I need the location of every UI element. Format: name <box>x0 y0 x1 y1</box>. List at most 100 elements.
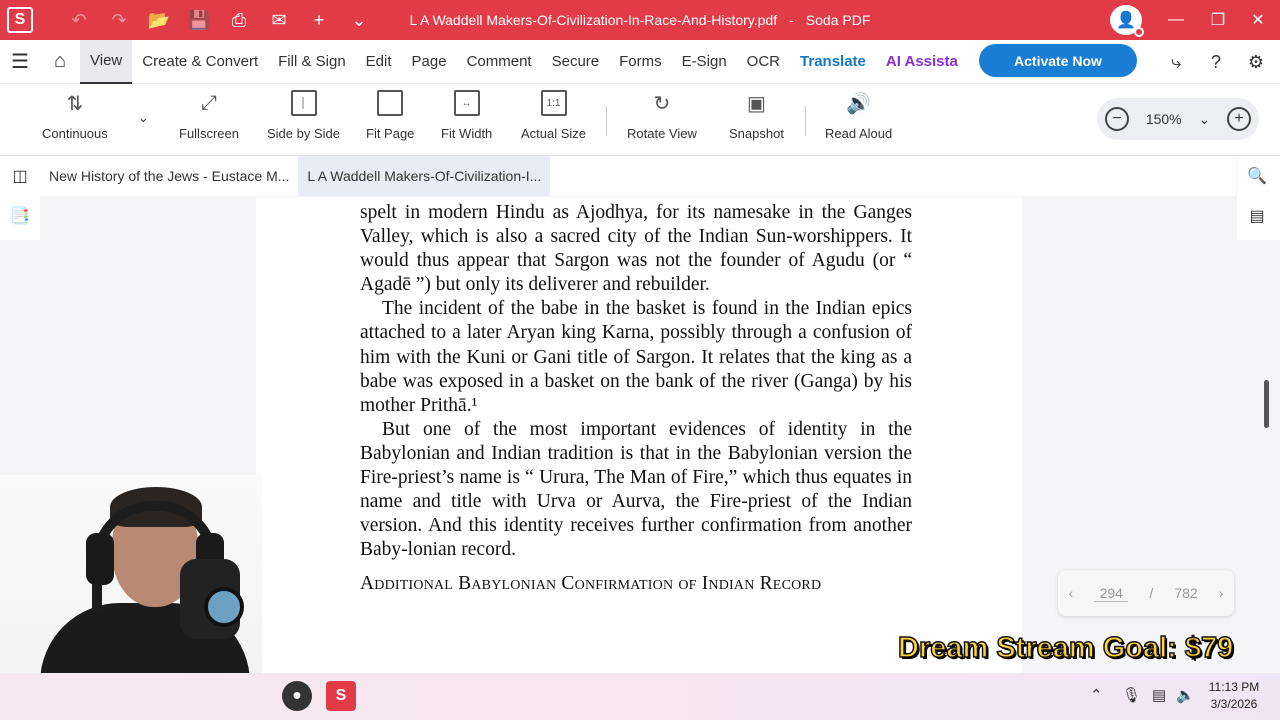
fit-page-tool[interactable]: Fit Page <box>366 90 414 141</box>
pdf-page[interactable]: spelt in modern Hindu as Ajodhya, for it… <box>256 197 1022 673</box>
section-heading: Additional Babylonian Confirmation of In… <box>360 573 822 595</box>
tool-label: Rotate View <box>627 126 697 141</box>
maximize-icon[interactable]: ❐ <box>1198 0 1238 40</box>
new-icon[interactable]: + <box>299 0 339 40</box>
obs-app-icon[interactable]: ● <box>282 681 312 711</box>
app-name: Soda PDF <box>805 12 871 28</box>
actual-size-tool[interactable]: 1:1 Actual Size <box>521 90 586 141</box>
chevron-up-icon[interactable]: ⌃ <box>1090 686 1103 704</box>
menu-esign[interactable]: E-Sign <box>672 40 737 84</box>
home-icon[interactable]: ⌂ <box>40 40 80 84</box>
menu-view[interactable]: View <box>80 39 133 84</box>
tab-makers-of-civilization[interactable]: L A Waddell Makers-Of-Civilization-I... <box>298 156 551 196</box>
save-icon[interactable]: 💾 <box>179 0 219 40</box>
os-taskbar: ● S ⌃ 🎙 ▤ 🔈 11:13 PM 3/3/2026 <box>0 673 1280 720</box>
zoom-control: − 150% ⌄ + <box>1097 98 1259 140</box>
bookmark-icon[interactable]: 📑 <box>0 196 40 236</box>
notification-dot <box>1134 27 1144 37</box>
chevron-down-icon[interactable]: ⌄ <box>1198 111 1210 128</box>
previous-page-icon[interactable]: ‹ <box>1069 585 1074 601</box>
tool-label: Continuous <box>42 126 108 141</box>
menu-forms[interactable]: Forms <box>609 40 672 84</box>
snapshot-tool[interactable]: ▣ Snapshot <box>729 90 784 142</box>
title-bar: S ↶ ↷ 📂 💾 ⎙ ✉ + ⌄ L A Waddell Makers-Of-… <box>0 0 1280 40</box>
tab-new-history-of-the-jews[interactable]: New History of the Jews - Eustace M... <box>40 156 298 196</box>
camera-icon: ▣ <box>747 92 766 115</box>
clock-date: 3/3/2026 <box>1210 697 1258 711</box>
document-tabs: New History of the Jews - Eustace M... L… <box>40 156 1236 196</box>
soda-logo-icon[interactable]: S <box>7 7 33 33</box>
stream-goal-overlay: Dream Stream Goal: $79 <box>897 631 1234 665</box>
side-by-side-icon: │ <box>290 90 317 116</box>
zoom-value[interactable]: 150% <box>1146 111 1182 127</box>
fit-page-icon <box>377 90 404 116</box>
system-clock[interactable]: 11:13 PM 3/3/2026 <box>1200 679 1268 713</box>
rotate-icon: ↻ <box>653 92 671 115</box>
title-separator: - <box>789 12 794 28</box>
fullscreen-icon: ⤢ <box>200 91 217 114</box>
vertical-scrollbar[interactable] <box>1264 380 1269 428</box>
volume-icon[interactable]: 🔈 <box>1176 686 1195 704</box>
panel-toggle-icon[interactable]: ◫ <box>0 156 40 196</box>
menu-ocr[interactable]: OCR <box>737 40 790 84</box>
fullscreen-tool[interactable]: ⤢ Fullscreen <box>179 90 239 142</box>
mic-badge <box>204 587 244 627</box>
read-aloud-tool[interactable]: 🔊 Read Aloud <box>825 90 893 142</box>
panel-icon[interactable]: ▤ <box>1237 196 1277 236</box>
menu-secure[interactable]: Secure <box>542 40 610 84</box>
fit-width-icon: ↔ <box>453 90 480 116</box>
tool-label: Actual Size <box>521 126 587 141</box>
fit-width-tool[interactable]: ↔ Fit Width <box>441 90 492 141</box>
headphone-ear-left <box>86 533 114 585</box>
network-icon[interactable]: ▤ <box>1152 686 1166 704</box>
soda-pdf-taskbar-icon[interactable]: S <box>326 681 356 711</box>
menu-edit[interactable]: Edit <box>356 40 402 84</box>
tool-label: Read Aloud <box>825 126 893 141</box>
continuous-tool[interactable]: ⇅ Continuous <box>42 90 108 142</box>
page-navigator: ‹ 294 / 782 › <box>1058 570 1234 616</box>
zoom-out-icon[interactable]: − <box>1105 107 1129 131</box>
search-icon[interactable]: 🔍 <box>1237 156 1277 196</box>
clock-time: 11:13 PM <box>1208 680 1260 694</box>
mail-icon[interactable]: ✉ <box>259 0 299 40</box>
undo-icon[interactable]: ↶ <box>59 0 99 40</box>
document-title: L A Waddell Makers-Of-Civilization-In-Ra… <box>409 12 778 28</box>
chevron-down-icon[interactable]: ⌄ <box>138 110 149 126</box>
paragraph: But one of the most important evidences … <box>360 418 912 561</box>
next-page-icon[interactable]: › <box>1219 585 1224 601</box>
help-icon[interactable]: ? <box>1200 46 1232 78</box>
menu-create-convert[interactable]: Create & Convert <box>132 40 268 84</box>
actual-size-icon: 1:1 <box>540 90 567 116</box>
redo-icon[interactable]: ↷ <box>99 0 139 40</box>
minimize-icon[interactable]: — <box>1156 0 1196 40</box>
menu-fill-sign[interactable]: Fill & Sign <box>268 40 356 84</box>
chevron-down-icon[interactable]: ⌄ <box>339 0 379 40</box>
current-page-input[interactable]: 294 <box>1094 585 1129 602</box>
close-icon[interactable]: ✕ <box>1238 0 1278 40</box>
zoom-in-icon[interactable]: + <box>1226 107 1251 131</box>
page-separator: / <box>1149 585 1154 601</box>
tool-label: Fit Width <box>441 126 493 141</box>
side-by-side-tool[interactable]: │ Side by Side <box>267 90 340 141</box>
continuous-icon: ⇅ <box>66 92 84 115</box>
speaker-icon: 🔊 <box>846 92 872 115</box>
print-icon[interactable]: ⎙ <box>219 0 259 40</box>
tool-label: Fit Page <box>366 126 415 141</box>
microphone-tray-icon[interactable]: 🎙 <box>1122 686 1141 704</box>
hamburger-menu-icon[interactable]: ☰ <box>0 40 40 84</box>
tool-label: Snapshot <box>729 126 784 141</box>
rotate-view-tool[interactable]: ↻ Rotate View <box>627 90 697 142</box>
settings-gear-icon[interactable]: ⚙ <box>1240 46 1272 78</box>
menu-page[interactable]: Page <box>402 40 457 84</box>
page-text: spelt in modern Hindu as Ajodhya, for it… <box>360 201 912 597</box>
open-folder-icon[interactable]: 📂 <box>139 0 179 40</box>
quick-access-toolbar: ↶ ↷ 📂 💾 ⎙ ✉ + ⌄ <box>59 0 379 40</box>
menu-ai-assistant[interactable]: AI Assista <box>876 40 968 84</box>
user-account-icon[interactable]: 👤 <box>1110 5 1144 37</box>
menu-comment[interactable]: Comment <box>457 40 542 84</box>
activate-now-button[interactable]: Activate Now <box>979 44 1137 77</box>
share-icon[interactable]: ⤷ <box>1160 46 1192 78</box>
menu-translate[interactable]: Translate <box>790 40 876 84</box>
paragraph: The incident of the babe in the basket i… <box>360 298 912 416</box>
right-sidebar: 🔍 ▤ <box>1237 156 1280 240</box>
